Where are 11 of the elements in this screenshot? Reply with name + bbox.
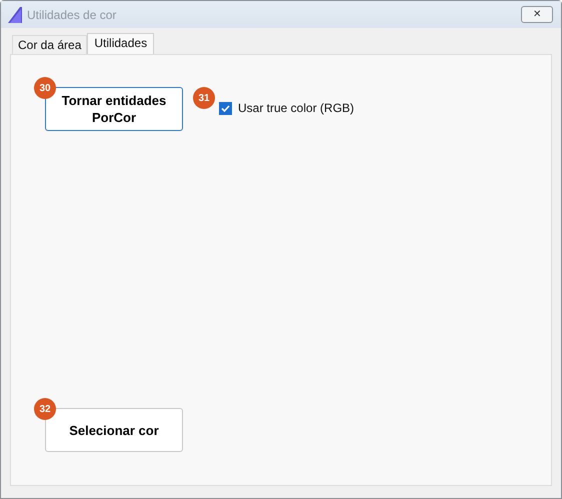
checkmark-icon — [220, 102, 231, 114]
number-badge: 31 — [193, 87, 215, 109]
number-badge: 32 — [34, 398, 56, 420]
close-button[interactable]: ✕ — [521, 6, 553, 23]
tab[interactable]: Utilidades — [87, 33, 154, 54]
window-title: Utilidades de cor — [27, 8, 118, 22]
checkbox[interactable] — [219, 102, 232, 114]
checkbox-label: Usar true color (RGB) — [238, 101, 354, 115]
app-logo-icon — [8, 6, 22, 22]
tab[interactable]: Cor da área — [12, 35, 88, 54]
number-badge: 30 — [34, 77, 56, 99]
